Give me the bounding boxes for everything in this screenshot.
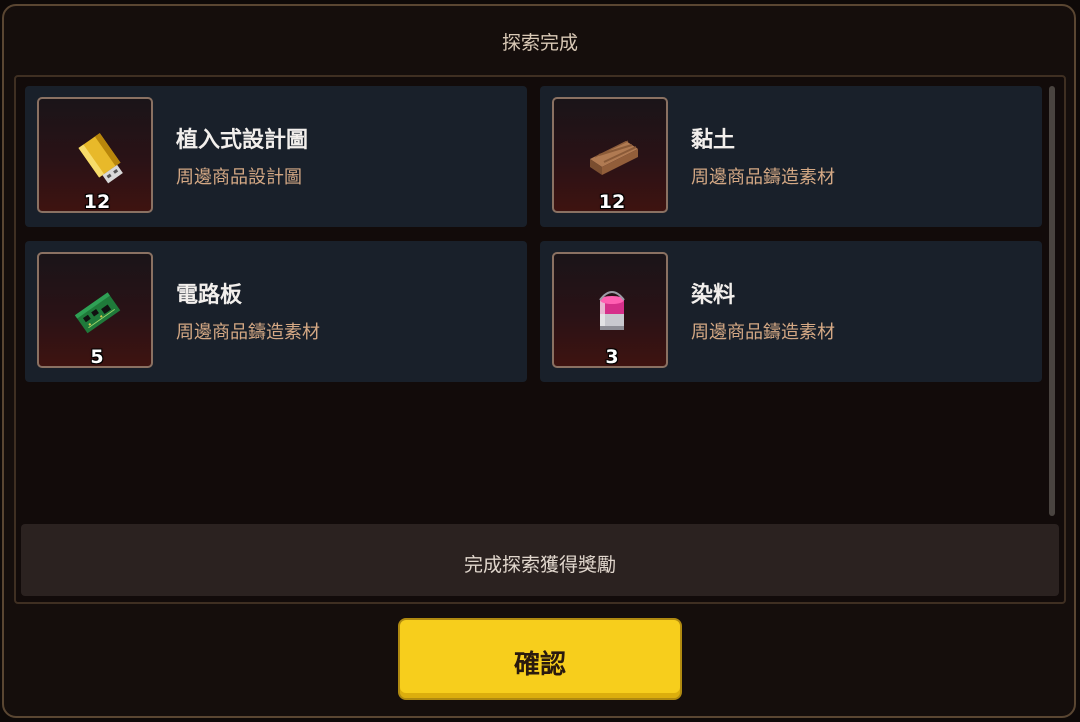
item-slot: 5 — [37, 252, 153, 368]
item-quantity: 5 — [90, 346, 104, 368]
dialog-title: 探索完成 — [501, 32, 578, 54]
confirm-button-label: 確認 — [513, 650, 566, 680]
scrollbar[interactable] — [1049, 86, 1055, 516]
item-name: 植入式設計圖 — [176, 128, 309, 153]
item-name: 染料 — [691, 283, 736, 308]
confirm-button[interactable]: 確認 — [398, 618, 682, 700]
item-slot: 3 — [552, 252, 668, 368]
item-quantity: 3 — [605, 346, 619, 368]
reward-item-card[interactable]: 12 植入式設計圖 周邊商品設計圖 — [25, 86, 527, 227]
reward-status-text: 完成探索獲得獎勵 — [463, 554, 616, 576]
item-slot: 12 — [37, 97, 153, 213]
item-quantity: 12 — [83, 191, 111, 213]
item-slot: 12 — [552, 97, 668, 213]
item-quantity: 12 — [598, 191, 626, 213]
reward-item-card[interactable]: 12 黏土 周邊商品鑄造素材 — [540, 86, 1042, 227]
item-category: 周邊商品鑄造素材 — [176, 322, 320, 343]
reward-item-card[interactable]: 5 電路板 周邊商品鑄造素材 — [25, 241, 527, 382]
item-category: 周邊商品設計圖 — [176, 167, 302, 188]
item-category: 周邊商品鑄造素材 — [691, 322, 835, 343]
item-name: 電路板 — [176, 283, 243, 308]
item-name: 黏土 — [691, 128, 736, 153]
reward-status-bar: 完成探索獲得獎勵 — [21, 524, 1059, 596]
item-category: 周邊商品鑄造素材 — [691, 167, 835, 188]
reward-item-card[interactable]: 3 染料 周邊商品鑄造素材 — [540, 241, 1042, 382]
